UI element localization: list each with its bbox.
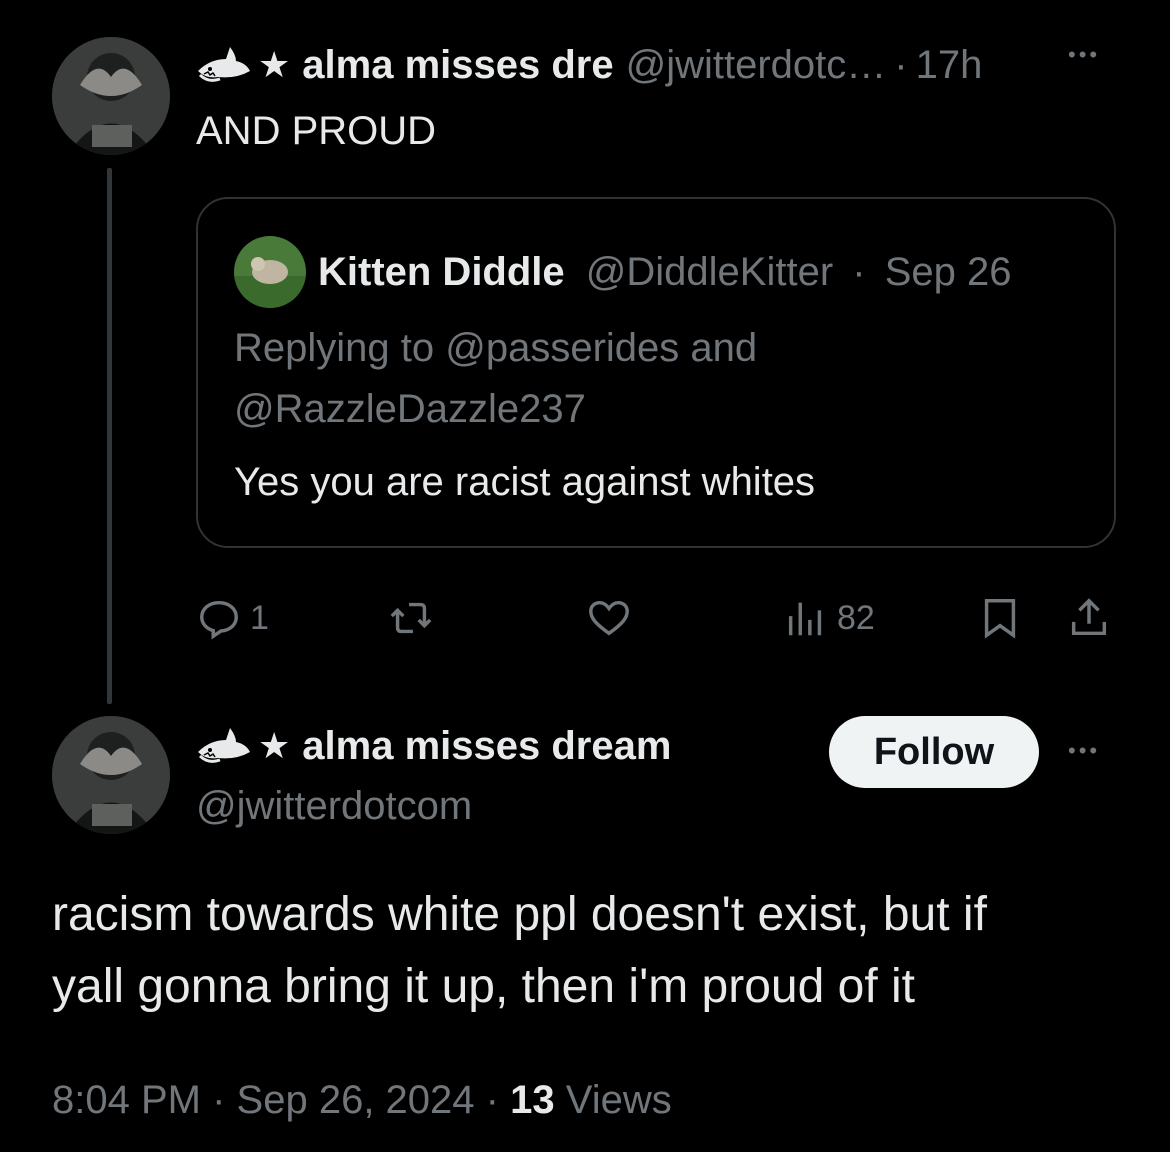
tweet-meta: 8:04 PM · Sep 26, 2024 · 13 Views — [52, 1076, 672, 1124]
tweet-date[interactable]: Sep 26, 2024 — [237, 1078, 475, 1122]
avatar-image — [52, 716, 170, 834]
thread-line — [107, 168, 112, 704]
reply-count: 1 — [250, 598, 269, 637]
main-tweet-text-line-2: yall gonna bring it up, then i'm proud o… — [52, 960, 916, 1013]
tweet-time[interactable]: 8:04 PM — [52, 1078, 201, 1122]
display-name[interactable]: alma misses dre — [302, 41, 613, 89]
quoted-avatar[interactable] — [234, 236, 306, 308]
main-tweet-header: ★ alma misses dream — [196, 722, 671, 770]
star-icon: ★ — [258, 725, 291, 766]
more-options-icon[interactable]: ••• — [1068, 42, 1100, 68]
retweet-icon — [390, 602, 432, 634]
like-button[interactable] — [586, 595, 640, 641]
tweet-header: ★ alma misses dre @jwitterdotc… · 17h — [196, 41, 982, 89]
separator-dot: · — [852, 250, 866, 294]
views-label: Views — [565, 1078, 672, 1122]
views-button[interactable]: 82 — [783, 595, 875, 641]
shark-icon — [198, 47, 250, 82]
display-name[interactable]: alma misses dream — [302, 722, 671, 770]
quoted-tweet-text: Yes you are racist against whites — [234, 460, 816, 504]
share-icon — [1071, 598, 1107, 636]
quoted-avatar-image — [234, 236, 306, 308]
avatar[interactable] — [52, 716, 170, 834]
avatar[interactable] — [52, 37, 170, 155]
star-icon: ★ — [258, 44, 291, 85]
views-count: 13 — [510, 1078, 555, 1122]
tweet-time[interactable]: 17h — [916, 41, 983, 89]
quoted-tweet-header: Kitten Diddle @DiddleKitter · Sep 26 — [318, 248, 1012, 296]
more-options-icon[interactable]: ••• — [1068, 738, 1100, 764]
replying-to-line-1: Replying to @passerides and — [234, 326, 758, 370]
views-count: 82 — [837, 598, 875, 637]
bookmark-icon — [984, 599, 1016, 639]
main-tweet-text-line-1: racism towards white ppl doesn't exist, … — [52, 888, 987, 941]
tweet-text: AND PROUD — [196, 109, 437, 153]
reply-icon — [200, 600, 238, 640]
analytics-icon — [788, 602, 822, 636]
follow-button[interactable]: Follow — [829, 716, 1039, 788]
avatar-image — [52, 37, 170, 155]
separator-dot: · — [894, 43, 908, 87]
share-button[interactable] — [1066, 595, 1112, 641]
quoted-user-handle[interactable]: @DiddleKitter — [586, 250, 833, 294]
shark-icon — [198, 728, 250, 763]
quoted-tweet-date: Sep 26 — [884, 250, 1012, 294]
user-handle[interactable]: @jwitterdotc… — [626, 41, 887, 89]
user-handle[interactable]: @jwitterdotcom — [196, 782, 472, 830]
replying-to-line-2[interactable]: @RazzleDazzle237 — [234, 379, 586, 439]
separator-dot: · — [485, 1078, 499, 1122]
retweet-button[interactable] — [388, 595, 442, 641]
bookmark-button[interactable] — [977, 595, 1023, 641]
separator-dot: · — [212, 1078, 226, 1122]
reply-button[interactable]: 1 — [196, 595, 269, 641]
heart-icon — [589, 600, 629, 636]
quoted-display-name[interactable]: Kitten Diddle — [318, 250, 565, 294]
